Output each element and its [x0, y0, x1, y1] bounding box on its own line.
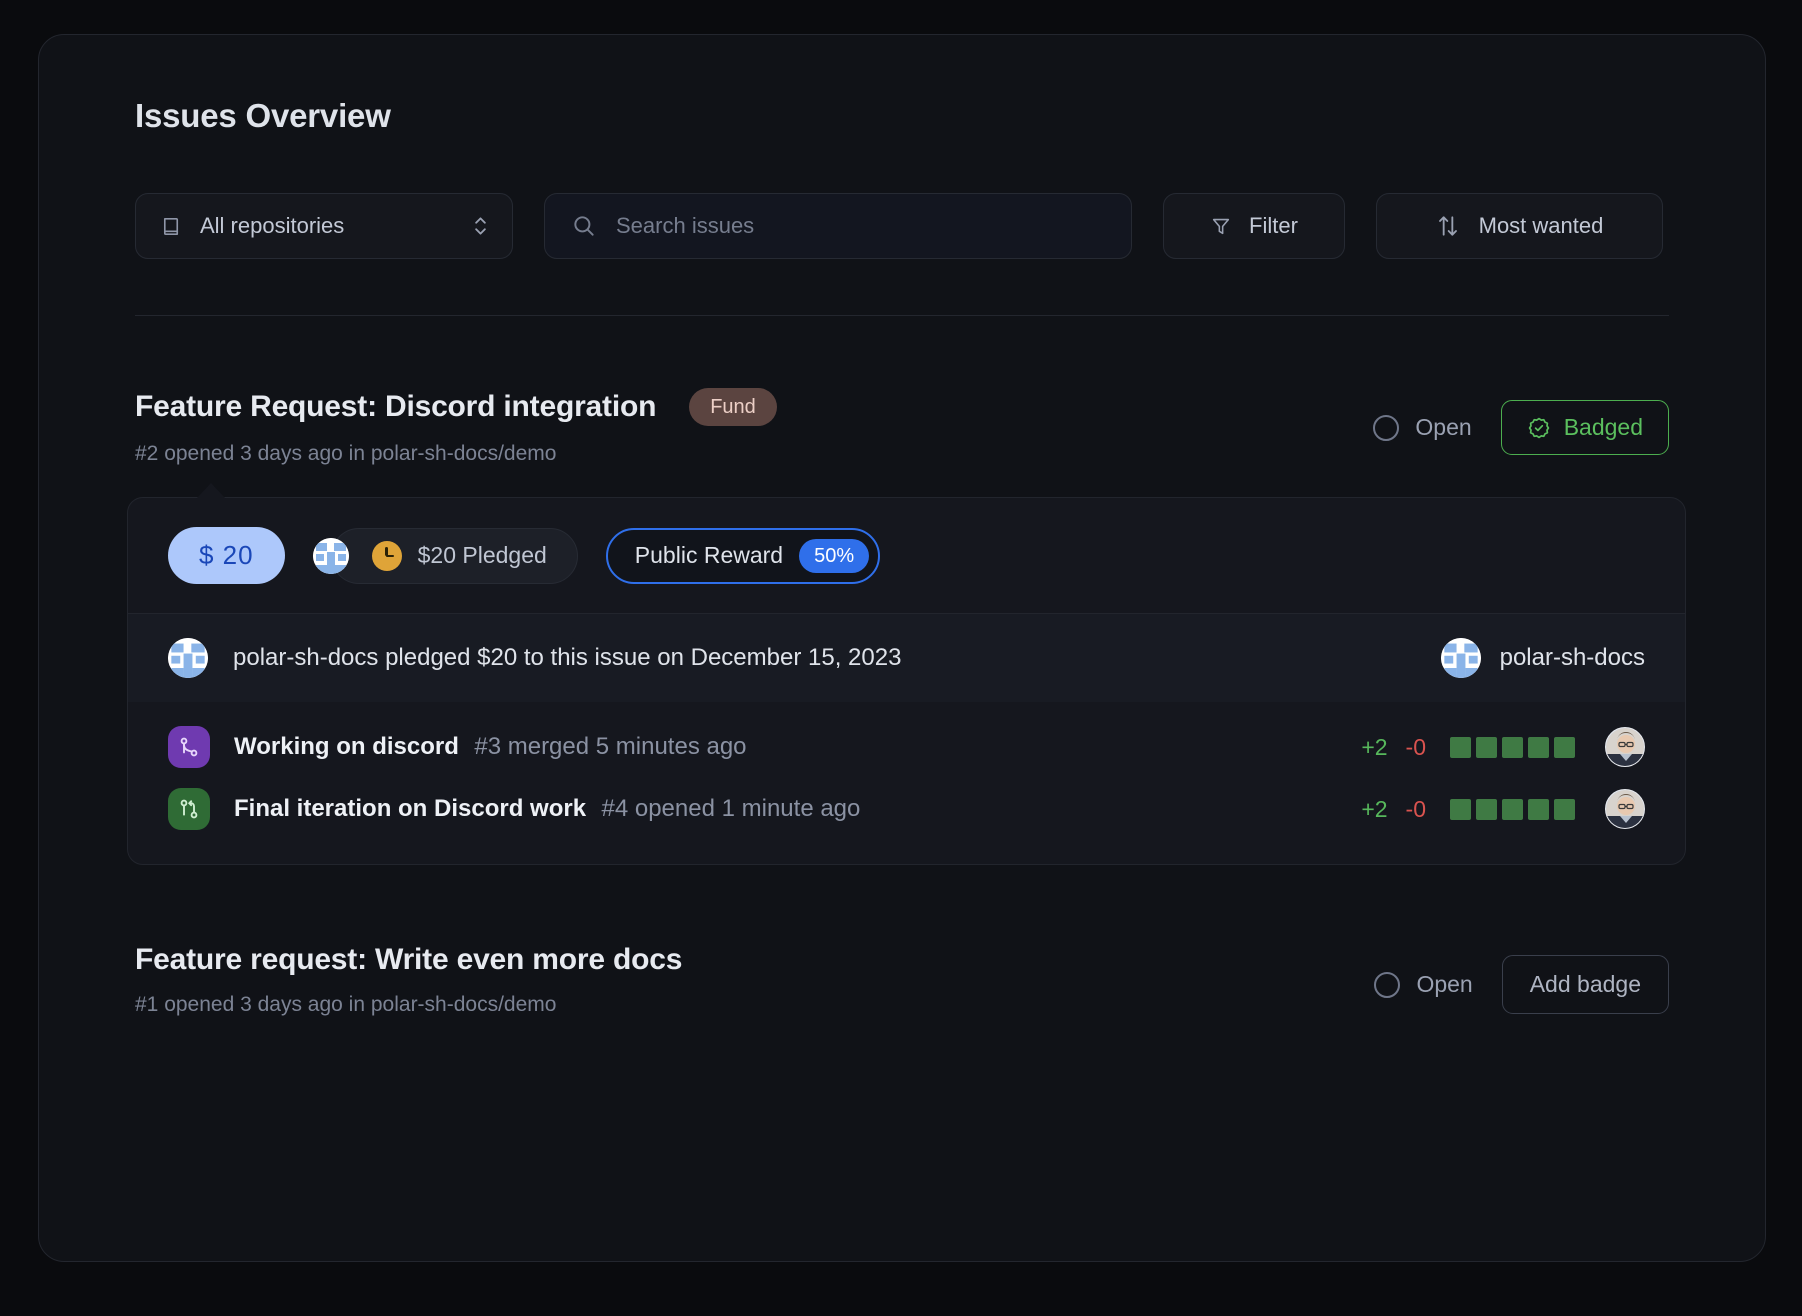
- panel-notch: [196, 483, 226, 499]
- contributor-avatar: [1605, 727, 1645, 767]
- verified-check-icon: [1527, 416, 1551, 440]
- issue-state-label: Open: [1416, 971, 1473, 997]
- pledge-panel: $ 20 $20 Pledged Public Reward 50% polar…: [127, 483, 1686, 865]
- pull-request-open-icon: [168, 788, 210, 830]
- open-circle-icon: [1374, 971, 1401, 998]
- pull-request-additions: +2: [1361, 795, 1388, 822]
- repository-select[interactable]: All repositories: [135, 193, 513, 259]
- pull-request-merged-icon: [168, 726, 210, 768]
- sort-button-label: Most wanted: [1478, 213, 1604, 238]
- repository-select-label: All repositories: [200, 213, 345, 238]
- pull-request-row[interactable]: Final iteration on Discord work #4 opene…: [168, 778, 1645, 840]
- fund-badge[interactable]: Fund: [689, 388, 777, 426]
- pull-request-row[interactable]: Working on discord #3 merged 5 minutes a…: [168, 716, 1645, 778]
- filter-button-label: Filter: [1249, 213, 1298, 238]
- page-title: Issues Overview: [135, 97, 391, 134]
- pledged-group[interactable]: $20 Pledged: [312, 527, 578, 584]
- contributor-avatar: [1605, 789, 1645, 829]
- badged-button[interactable]: Badged: [1500, 400, 1669, 455]
- screen-root: Issues Overview All repositories Search …: [0, 0, 1802, 1316]
- pledge-summary-row: $ 20 $20 Pledged Public Reward 50%: [128, 498, 1685, 613]
- filter-funnel-icon: [1210, 215, 1232, 237]
- issue-meta: #2 opened 3 days ago in polar-sh-docs/de…: [135, 442, 557, 465]
- filter-button[interactable]: Filter: [1163, 193, 1345, 259]
- issue-state-label: Open: [1415, 414, 1472, 440]
- pull-request-meta: #3 merged 5 minutes ago: [474, 733, 747, 760]
- pull-request-deletions: -0: [1405, 733, 1426, 760]
- search-box[interactable]: [544, 193, 1132, 259]
- pull-request-title: Final iteration on Discord work: [234, 795, 587, 822]
- toolbar: All repositories Search issues Filter Mo…: [135, 193, 1765, 259]
- repo-book-icon: [160, 215, 183, 238]
- pull-request-title: Working on discord: [234, 733, 459, 760]
- pull-request-deletions: -0: [1405, 795, 1426, 822]
- pull-request-list: Working on discord #3 merged 5 minutes a…: [128, 702, 1685, 864]
- issue-title[interactable]: Feature request: Write even more docs: [135, 943, 682, 977]
- diff-squares: [1450, 798, 1575, 820]
- pledge-activity-text: polar-sh-docs pledged $20 to this issue …: [233, 644, 902, 671]
- pledge-org-name[interactable]: polar-sh-docs: [1500, 644, 1645, 672]
- issue-state: Open: [1373, 414, 1472, 441]
- pledged-chip-label: $20 Pledged: [417, 542, 547, 568]
- polar-sh-docs-avatar: [1440, 638, 1481, 678]
- sort-arrows-icon: [1436, 213, 1460, 239]
- pull-request-additions: +2: [1361, 733, 1388, 760]
- issue-state: Open: [1374, 971, 1473, 998]
- sort-button[interactable]: Most wanted: [1376, 193, 1663, 259]
- public-reward-pill[interactable]: Public Reward 50%: [605, 527, 881, 584]
- pledge-activity-row: polar-sh-docs pledged $20 to this issue …: [128, 614, 1685, 702]
- public-reward-label: Public Reward: [634, 542, 784, 568]
- issue-item: Feature Request: Discord integration Fun…: [127, 316, 1686, 865]
- pledge-amount-pill[interactable]: $ 20: [168, 527, 285, 584]
- search-icon: [571, 213, 597, 239]
- polar-sh-docs-avatar: [312, 537, 349, 574]
- issues-overview-card: Issues Overview All repositories Search …: [38, 34, 1766, 1262]
- clock-icon: [371, 540, 402, 571]
- open-circle-icon: [1373, 414, 1400, 441]
- polar-sh-docs-avatar: [168, 638, 208, 678]
- pull-request-meta: #4 opened 1 minute ago: [601, 795, 861, 822]
- add-badge-button[interactable]: Add badge: [1501, 955, 1669, 1014]
- badged-button-label: Badged: [1563, 414, 1643, 440]
- pledged-chip[interactable]: $20 Pledged: [330, 527, 578, 584]
- issue-item: Feature request: Write even more docs #1…: [135, 865, 1669, 1017]
- issue-meta: #1 opened 3 days ago in polar-sh-docs/de…: [135, 993, 557, 1016]
- diff-squares: [1450, 736, 1575, 758]
- public-reward-percent: 50%: [799, 538, 870, 573]
- issue-title[interactable]: Feature Request: Discord integration: [135, 390, 656, 424]
- search-input[interactable]: [616, 213, 1105, 239]
- chevron-up-down-icon: [471, 214, 490, 238]
